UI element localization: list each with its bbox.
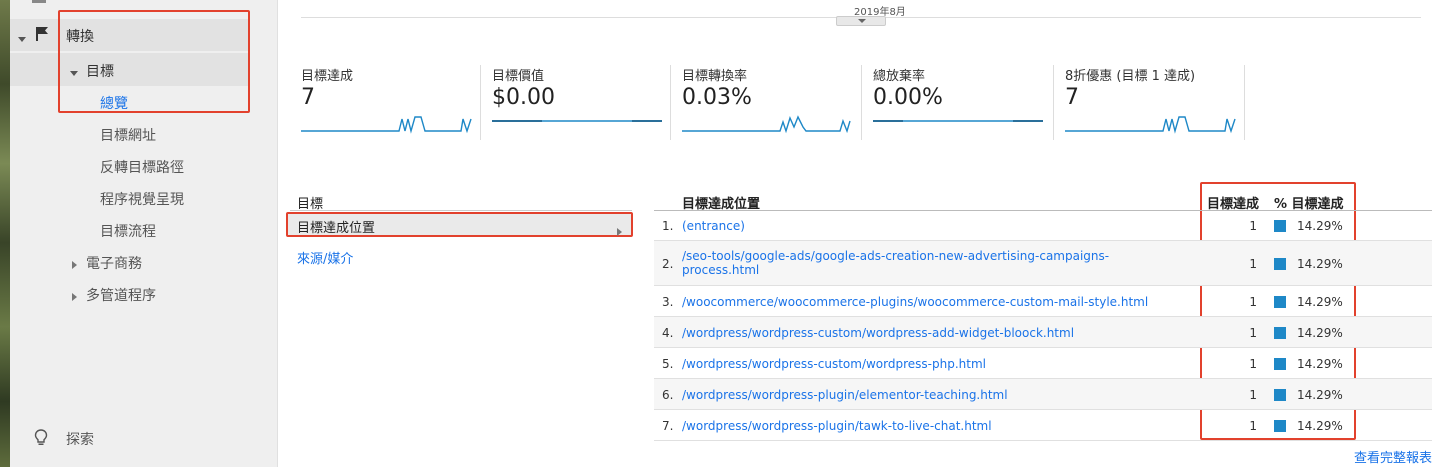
row-pct: 14.29%	[1297, 257, 1343, 271]
dimension-goal-location[interactable]: 目標達成位置	[297, 217, 375, 236]
goals-highlight	[10, 53, 250, 86]
metric-goal-value[interactable]: 目標價值 $0.00	[492, 65, 672, 145]
sidebar-item-multichannel[interactable]: 多管道程序	[86, 285, 156, 305]
chevron-right-icon	[617, 221, 622, 240]
row-pct: 14.29%	[1297, 419, 1343, 433]
metric-value: 7	[301, 85, 315, 110]
row-pct: 14.29%	[1297, 357, 1343, 371]
row-number: 1.	[662, 219, 674, 233]
row-completions: 1	[1249, 257, 1257, 271]
sparkline	[492, 120, 662, 122]
chevron-down-icon	[858, 19, 866, 23]
row-page-link[interactable]: /wordpress/wordpress-custom/wordpress-ph…	[682, 357, 1202, 371]
metric-value: 0.00%	[873, 85, 943, 110]
background-photo-strip	[0, 0, 10, 467]
sidebar-item-funnel-visualization[interactable]: 程序視覺呈現	[100, 189, 184, 209]
row-number: 2.	[662, 257, 674, 271]
row-page-link[interactable]: (entrance)	[682, 219, 1202, 233]
row-page-link[interactable]: /wordpress/wordpress-plugin/tawk-to-live…	[682, 419, 1202, 433]
metric-label: 目標達成	[301, 69, 354, 84]
row-pct-bar	[1274, 358, 1286, 370]
timeline-expand-button[interactable]	[836, 16, 886, 26]
metric-goal-1-completions[interactable]: 8折優惠 (目標 1 達成) 7	[1065, 65, 1245, 145]
metric-label: 總放棄率	[873, 69, 926, 84]
sidebar-item-goal-urls[interactable]: 目標網址	[100, 125, 156, 145]
row-number: 3.	[662, 295, 674, 309]
row-completions: 1	[1249, 357, 1257, 371]
row-completions: 1	[1249, 219, 1257, 233]
table-row: 4. /wordpress/wordpress-custom/wordpress-…	[654, 317, 1432, 348]
table-row: 5. /wordpress/wordpress-custom/wordpress-…	[654, 348, 1432, 379]
row-pct-bar	[1274, 327, 1286, 339]
metric-goal-conversion-rate[interactable]: 目標轉換率 0.03%	[682, 65, 862, 145]
sidebar-item-goals[interactable]: 目標	[86, 61, 114, 81]
metric-divider	[480, 65, 481, 140]
sparkline	[873, 120, 1043, 122]
goals-caret-icon[interactable]	[70, 64, 78, 80]
row-number: 5.	[662, 357, 674, 371]
row-number: 4.	[662, 326, 674, 340]
metric-abandonment-rate[interactable]: 總放棄率 0.00%	[873, 65, 1053, 145]
row-pct: 14.29%	[1297, 295, 1343, 309]
row-pct-bar	[1274, 389, 1286, 401]
flag-icon	[36, 27, 48, 41]
row-pct-bar	[1274, 220, 1286, 232]
sidebar-item-ecommerce[interactable]: 電子商務	[86, 253, 142, 273]
collapse-caret-icon[interactable]	[18, 30, 26, 46]
row-completions: 1	[1249, 326, 1257, 340]
full-report-link[interactable]: 查看完整報表	[1354, 447, 1432, 466]
row-pct: 14.29%	[1297, 326, 1343, 340]
analytics-page: 轉換 目標 總覽 目標網址 反轉目標路徑 程序視覺呈現 目標流程 電子商務 多管…	[0, 0, 1442, 467]
sparkline	[301, 116, 472, 134]
table-row: 1. (entrance) 1 14.29%	[654, 211, 1432, 241]
row-pct: 14.29%	[1297, 219, 1343, 233]
divider	[290, 210, 632, 211]
table-row: 3. /woocommerce/woocommerce-plugins/wooco…	[654, 286, 1432, 317]
metric-label: 8折優惠 (目標 1 達成)	[1065, 69, 1196, 84]
row-number: 7.	[662, 419, 674, 433]
row-number: 6.	[662, 388, 674, 402]
metric-divider	[861, 65, 862, 140]
sidebar-item-conversions[interactable]: 轉換	[66, 26, 94, 46]
table-row: 6. /wordpress/wordpress-plugin/elementor-…	[654, 379, 1432, 410]
sidebar-item-reverse-goal-path[interactable]: 反轉目標路徑	[100, 157, 184, 177]
row-page-link[interactable]: /wordpress/wordpress-plugin/elementor-te…	[682, 388, 1202, 402]
metric-divider	[1053, 65, 1054, 140]
metric-value: 0.03%	[682, 85, 752, 110]
row-completions: 1	[1249, 295, 1257, 309]
metric-goal-completions[interactable]: 目標達成 7	[301, 65, 481, 145]
table-row: 7. /wordpress/wordpress-plugin/tawk-to-li…	[654, 410, 1432, 441]
menu-stub	[32, 0, 46, 3]
metric-label: 目標轉換率	[682, 69, 748, 84]
row-page-link[interactable]: /woocommerce/woocommerce-plugins/woocomm…	[682, 295, 1202, 309]
multichannel-caret-icon[interactable]	[72, 289, 77, 305]
sidebar: 轉換 目標 總覽 目標網址 反轉目標路徑 程序視覺呈現 目標流程 電子商務 多管…	[10, 0, 278, 467]
dimension-source-medium[interactable]: 來源/媒介	[297, 248, 353, 267]
sparkline	[1065, 116, 1236, 134]
metric-value: 7	[1065, 85, 1079, 110]
metric-divider	[1244, 65, 1245, 140]
sidebar-item-discover[interactable]: 探索	[66, 429, 94, 449]
sidebar-item-goal-flow[interactable]: 目標流程	[100, 221, 156, 241]
metric-divider	[670, 65, 671, 140]
row-pct: 14.29%	[1297, 388, 1343, 402]
lightbulb-icon	[34, 429, 48, 445]
row-page-link[interactable]: /wordpress/wordpress-custom/wordpress-ad…	[682, 326, 1202, 340]
sparkline	[682, 115, 851, 134]
table-row: 2. /seo-tools/google-ads/google-ads-creat…	[654, 241, 1432, 286]
row-pct-bar	[1274, 296, 1286, 308]
row-pct-bar	[1274, 420, 1286, 432]
metric-value: $0.00	[492, 85, 555, 110]
sidebar-item-overview[interactable]: 總覽	[100, 93, 128, 113]
row-completions: 1	[1249, 419, 1257, 433]
row-pct-bar	[1274, 258, 1286, 270]
metric-label: 目標價值	[492, 69, 545, 84]
ecommerce-caret-icon[interactable]	[72, 257, 77, 273]
row-completions: 1	[1249, 388, 1257, 402]
row-page-link[interactable]: /seo-tools/google-ads/google-ads-creatio…	[682, 249, 1152, 277]
